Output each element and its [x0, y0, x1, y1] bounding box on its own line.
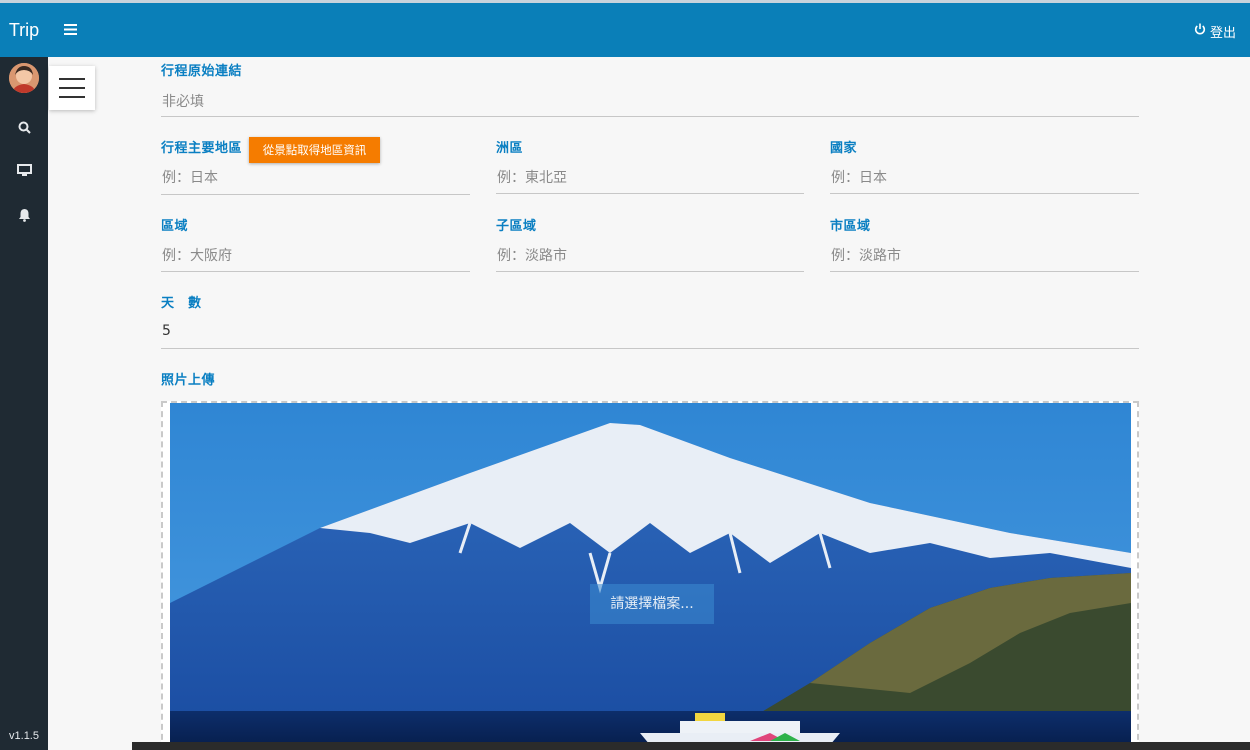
monitor-icon[interactable]	[14, 160, 34, 180]
floating-menu-button[interactable]	[49, 66, 95, 110]
underline	[496, 193, 804, 194]
bell-icon[interactable]	[14, 205, 34, 225]
region-label: 區域	[161, 219, 189, 234]
logout-button[interactable]: 登出	[1194, 22, 1236, 41]
days-field[interactable]: 天 數 5	[161, 295, 1139, 355]
country-field[interactable]: 國家 例：日本	[830, 140, 1139, 200]
original-link-label: 行程原始連結	[161, 64, 243, 79]
region-input[interactable]: 例：大阪府	[162, 245, 232, 265]
photo-upload-label: 照片上傳	[161, 373, 216, 388]
version-label: v1.1.5	[9, 730, 39, 742]
subregion-input[interactable]: 例：淡路市	[497, 245, 567, 265]
underline	[496, 271, 804, 272]
continent-field[interactable]: 洲區 例：東北亞	[496, 140, 804, 200]
country-input[interactable]: 例：日本	[831, 167, 887, 187]
fetch-region-button[interactable]: 從景點取得地區資訊	[249, 137, 380, 163]
subregion-label: 子區域	[496, 219, 537, 234]
country-label: 國家	[830, 141, 858, 156]
uploaded-photo	[170, 403, 1131, 748]
subregion-field[interactable]: 子區域 例：淡路市	[496, 218, 804, 278]
city-label: 市區域	[830, 219, 871, 234]
underline	[161, 194, 470, 195]
power-icon	[1194, 23, 1206, 39]
search-icon[interactable]	[14, 117, 34, 137]
bottom-panel-strip	[132, 742, 1250, 750]
underline	[830, 193, 1139, 194]
underline	[161, 348, 1139, 349]
days-label: 天 數	[161, 296, 202, 311]
city-input[interactable]: 例：淡路市	[831, 245, 901, 265]
avatar[interactable]	[9, 63, 39, 93]
brand-logo[interactable]: Trip	[0, 3, 48, 57]
city-field[interactable]: 市區域 例：淡路市	[830, 218, 1139, 278]
main-region-input[interactable]: 例：日本	[162, 167, 218, 187]
photo-upload-dropzone[interactable]: 請選擇檔案...	[161, 401, 1139, 750]
sidebar: Trip v1.1.5	[0, 3, 48, 750]
underline	[161, 116, 1139, 117]
photo-upload-field: 照片上傳	[161, 372, 361, 392]
days-input[interactable]: 5	[162, 323, 171, 339]
top-bar: 登出	[48, 3, 1250, 57]
logout-label: 登出	[1209, 25, 1236, 41]
continent-input[interactable]: 例：東北亞	[497, 167, 567, 187]
underline	[830, 271, 1139, 272]
continent-label: 洲區	[496, 141, 524, 156]
underline	[161, 271, 470, 272]
original-link-input[interactable]: 非必填	[162, 91, 204, 111]
region-field[interactable]: 區域 例：大阪府	[161, 218, 470, 278]
choose-file-button[interactable]: 請選擇檔案...	[590, 584, 714, 624]
original-link-field[interactable]: 行程原始連結 非必填	[161, 63, 1139, 125]
hamburger-icon[interactable]	[62, 21, 78, 37]
